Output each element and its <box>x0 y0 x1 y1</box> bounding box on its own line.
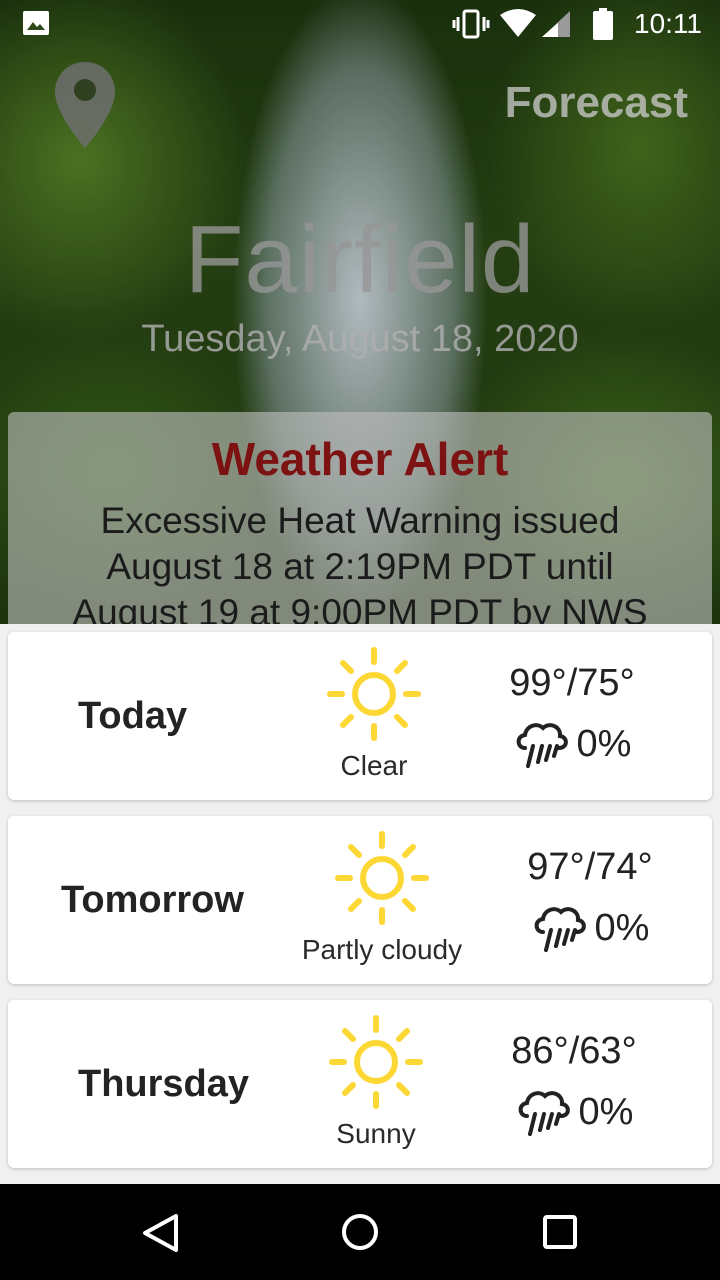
sun-icon <box>327 647 421 741</box>
rain-cloud-icon <box>534 907 586 952</box>
current-date: Tuesday, August 18, 2020 <box>141 318 579 360</box>
sun-icon <box>329 1015 423 1109</box>
forecast-card-thursday[interactable]: Thursday Sunny 86°/63° 0% <box>8 1000 712 1168</box>
condition-label: Sunny <box>336 1118 416 1149</box>
day-label: Thursday <box>78 1062 250 1105</box>
precipitation-value: 0% <box>576 722 632 765</box>
temperature-range: 99°/75° <box>509 662 635 704</box>
precipitation-value: 0% <box>578 1090 634 1133</box>
gallery-icon <box>23 11 49 35</box>
forecast-card-today[interactable]: Today Clear 99°/75° 0% <box>8 632 712 800</box>
day-label: Today <box>78 694 188 737</box>
clock: 10:11 <box>634 8 702 39</box>
location-pin-icon[interactable] <box>52 60 118 150</box>
forecast-list[interactable]: Today Clear 99°/75° 0% Tomorrow Partly c… <box>0 624 720 1184</box>
navigation-bar <box>0 1184 720 1280</box>
recent-apps-icon[interactable] <box>542 1214 578 1250</box>
status-bar: 10:11 <box>0 0 720 48</box>
battery-icon <box>593 8 613 40</box>
temperature-range: 97°/74° <box>527 846 653 888</box>
condition-label: Clear <box>340 750 408 781</box>
rain-cloud-icon <box>516 723 568 768</box>
condition-label: Partly cloudy <box>301 934 463 965</box>
rain-cloud-icon <box>518 1091 570 1136</box>
alert-line: August 18 at 2:19PM PDT until <box>106 546 614 587</box>
city-name: Fairfield <box>184 206 536 313</box>
precipitation: 0% <box>474 1086 674 1138</box>
alert-title: Weather Alert <box>211 433 509 485</box>
signal-icon <box>542 11 570 37</box>
temperature-range: 86°/63° <box>511 1030 637 1072</box>
weather-alert-panel[interactable]: Weather Alert Excessive Heat Warning iss… <box>8 412 712 652</box>
forecast-card-tomorrow[interactable]: Tomorrow Partly cloudy 97°/74° 0% <box>8 816 712 984</box>
precipitation: 0% <box>490 902 690 954</box>
precipitation-value: 0% <box>594 906 650 949</box>
back-icon[interactable] <box>140 1212 180 1254</box>
day-label: Tomorrow <box>61 878 244 921</box>
alert-line: Excessive Heat Warning issued <box>100 500 620 541</box>
precipitation: 0% <box>472 718 672 770</box>
home-icon[interactable] <box>340 1212 380 1252</box>
wifi-icon <box>500 9 536 37</box>
sun-icon <box>335 831 429 925</box>
forecast-link[interactable]: Forecast <box>505 78 688 128</box>
alert-body: Excessive Heat Warning issued August 18 … <box>8 498 712 636</box>
vibrate-icon <box>452 9 490 39</box>
